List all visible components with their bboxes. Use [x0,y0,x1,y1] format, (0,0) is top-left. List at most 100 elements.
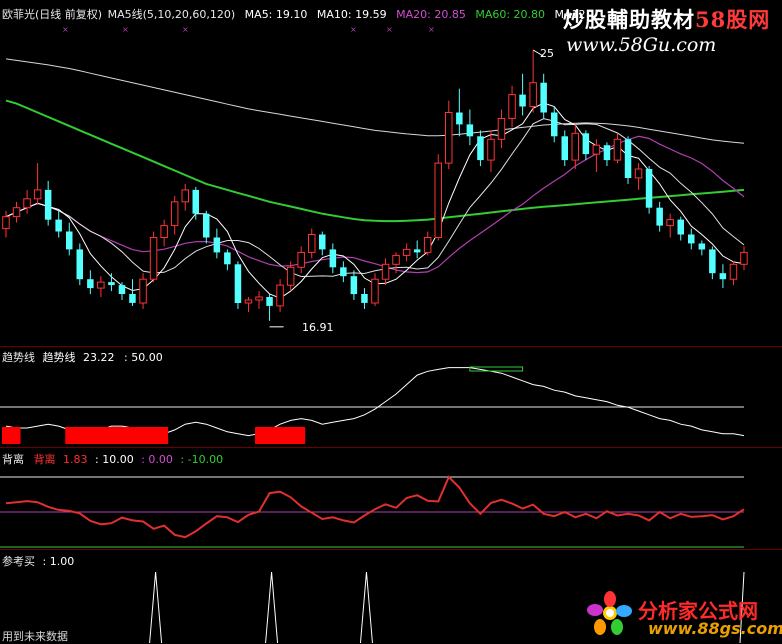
signal-marker: × [122,25,129,34]
stock-chart[interactable]: × × × × × × [0,0,782,643]
candle-body [729,263,738,280]
candle-body [286,266,295,286]
candle-body [170,201,179,227]
candle-body [308,234,316,253]
ma60-value: MA60: 20.80 [475,8,546,21]
ma120-line [5,58,745,144]
candle-body [529,82,537,107]
trend-line-value: 23.22 [83,351,115,364]
candle-body [97,281,105,289]
ma20-value: MA20: 20.85 [396,8,466,21]
candle-body [508,94,516,119]
candle-body [276,284,284,307]
candle-body [456,112,463,125]
candle-body [108,282,115,286]
candle-body [234,264,242,303]
candle-body [497,118,506,140]
candle-body [603,145,611,161]
trend-panel-title[interactable]: 趋势线 [2,351,35,364]
candle-body [434,162,442,239]
candle-body [340,267,347,277]
candle-body [719,273,727,280]
candle-body [244,299,253,304]
divergence-value: 1.83 [63,453,88,466]
candle-body [477,136,484,161]
candle-body [33,189,42,200]
low-price-label: 16.91 [302,321,334,334]
candle-body [319,234,326,250]
panel-divider [0,447,782,448]
watermark-url-top: www.58Gu.com [566,34,717,56]
divergence-level-10: : 10.00 [95,453,134,466]
divergence-level-neg10: : -10.00 [180,453,224,466]
watermark-logo-icon [586,590,634,636]
candle-body [224,252,231,265]
candle-body [677,219,684,235]
candle-body [698,243,706,250]
ma5-line [5,102,745,299]
divergence-name: 背离 [33,453,56,466]
candle-body [551,112,558,137]
reference-buy-spike [149,571,163,643]
candle-body [519,94,526,107]
divergence-panel-title[interactable]: 背离 [2,453,24,466]
trend-level-value: : 50.00 [124,351,163,364]
watermark-brand: 58股网 [695,7,771,32]
trend-line-name: 趋势线 [42,351,76,364]
divergence-line [5,475,745,539]
candle-body [656,207,663,226]
reference-buy-spike [265,571,279,643]
candle-body [203,213,210,238]
candle-body [613,138,622,161]
signal-marker: × [428,25,435,34]
watermark-text: 炒股輔助教材 [563,7,695,32]
candle-body [44,189,52,220]
candle-body [266,297,273,306]
reference-panel-title[interactable]: 参考买 [2,555,35,568]
divergence-level-0: : 0.00 [141,453,173,466]
trend-red-block [65,427,169,444]
candle-body [487,138,495,161]
trend-line [5,367,745,437]
signal-marker: × [182,25,189,34]
candle-body [213,237,221,253]
candle-body [329,249,337,268]
candle-body [645,169,653,208]
candle-body [139,278,147,304]
candle-body [592,144,601,155]
candle-body [413,249,421,253]
ma-indicator-label[interactable]: MA5线(5,10,20,60,120) [108,8,236,21]
candle-body [181,189,189,203]
candle-body [634,168,643,179]
candle-body [709,249,716,274]
candle-body [540,82,547,113]
ma60-line [5,99,745,223]
candle-body [149,237,158,280]
signal-marker: × [62,25,69,34]
candle-body [381,263,390,280]
candle-body [371,278,379,304]
candle-body [740,251,748,265]
candle-body [392,254,400,265]
candle-body [76,249,83,280]
candle-body [55,219,62,232]
candle-body [129,294,136,303]
candle-body [160,225,168,239]
candle-body [2,216,10,230]
high-price-label: 25 [540,47,554,60]
trend-red-block [2,427,21,444]
signal-marker: × [350,25,357,34]
ma10-line [5,118,745,278]
watermark-top: 炒股輔助教材58股网 [563,4,770,34]
candle-body [402,248,411,256]
candle-body [423,237,432,253]
candle-body [23,198,31,209]
candle-body [297,251,305,268]
candle-body [118,285,126,294]
panel-divider [0,346,782,347]
watermark-bottom-url: www.88gs.com [648,619,782,638]
candle-body [571,132,579,161]
trend-red-block [255,427,306,444]
candle-body [255,296,263,301]
candle-body [582,133,590,155]
